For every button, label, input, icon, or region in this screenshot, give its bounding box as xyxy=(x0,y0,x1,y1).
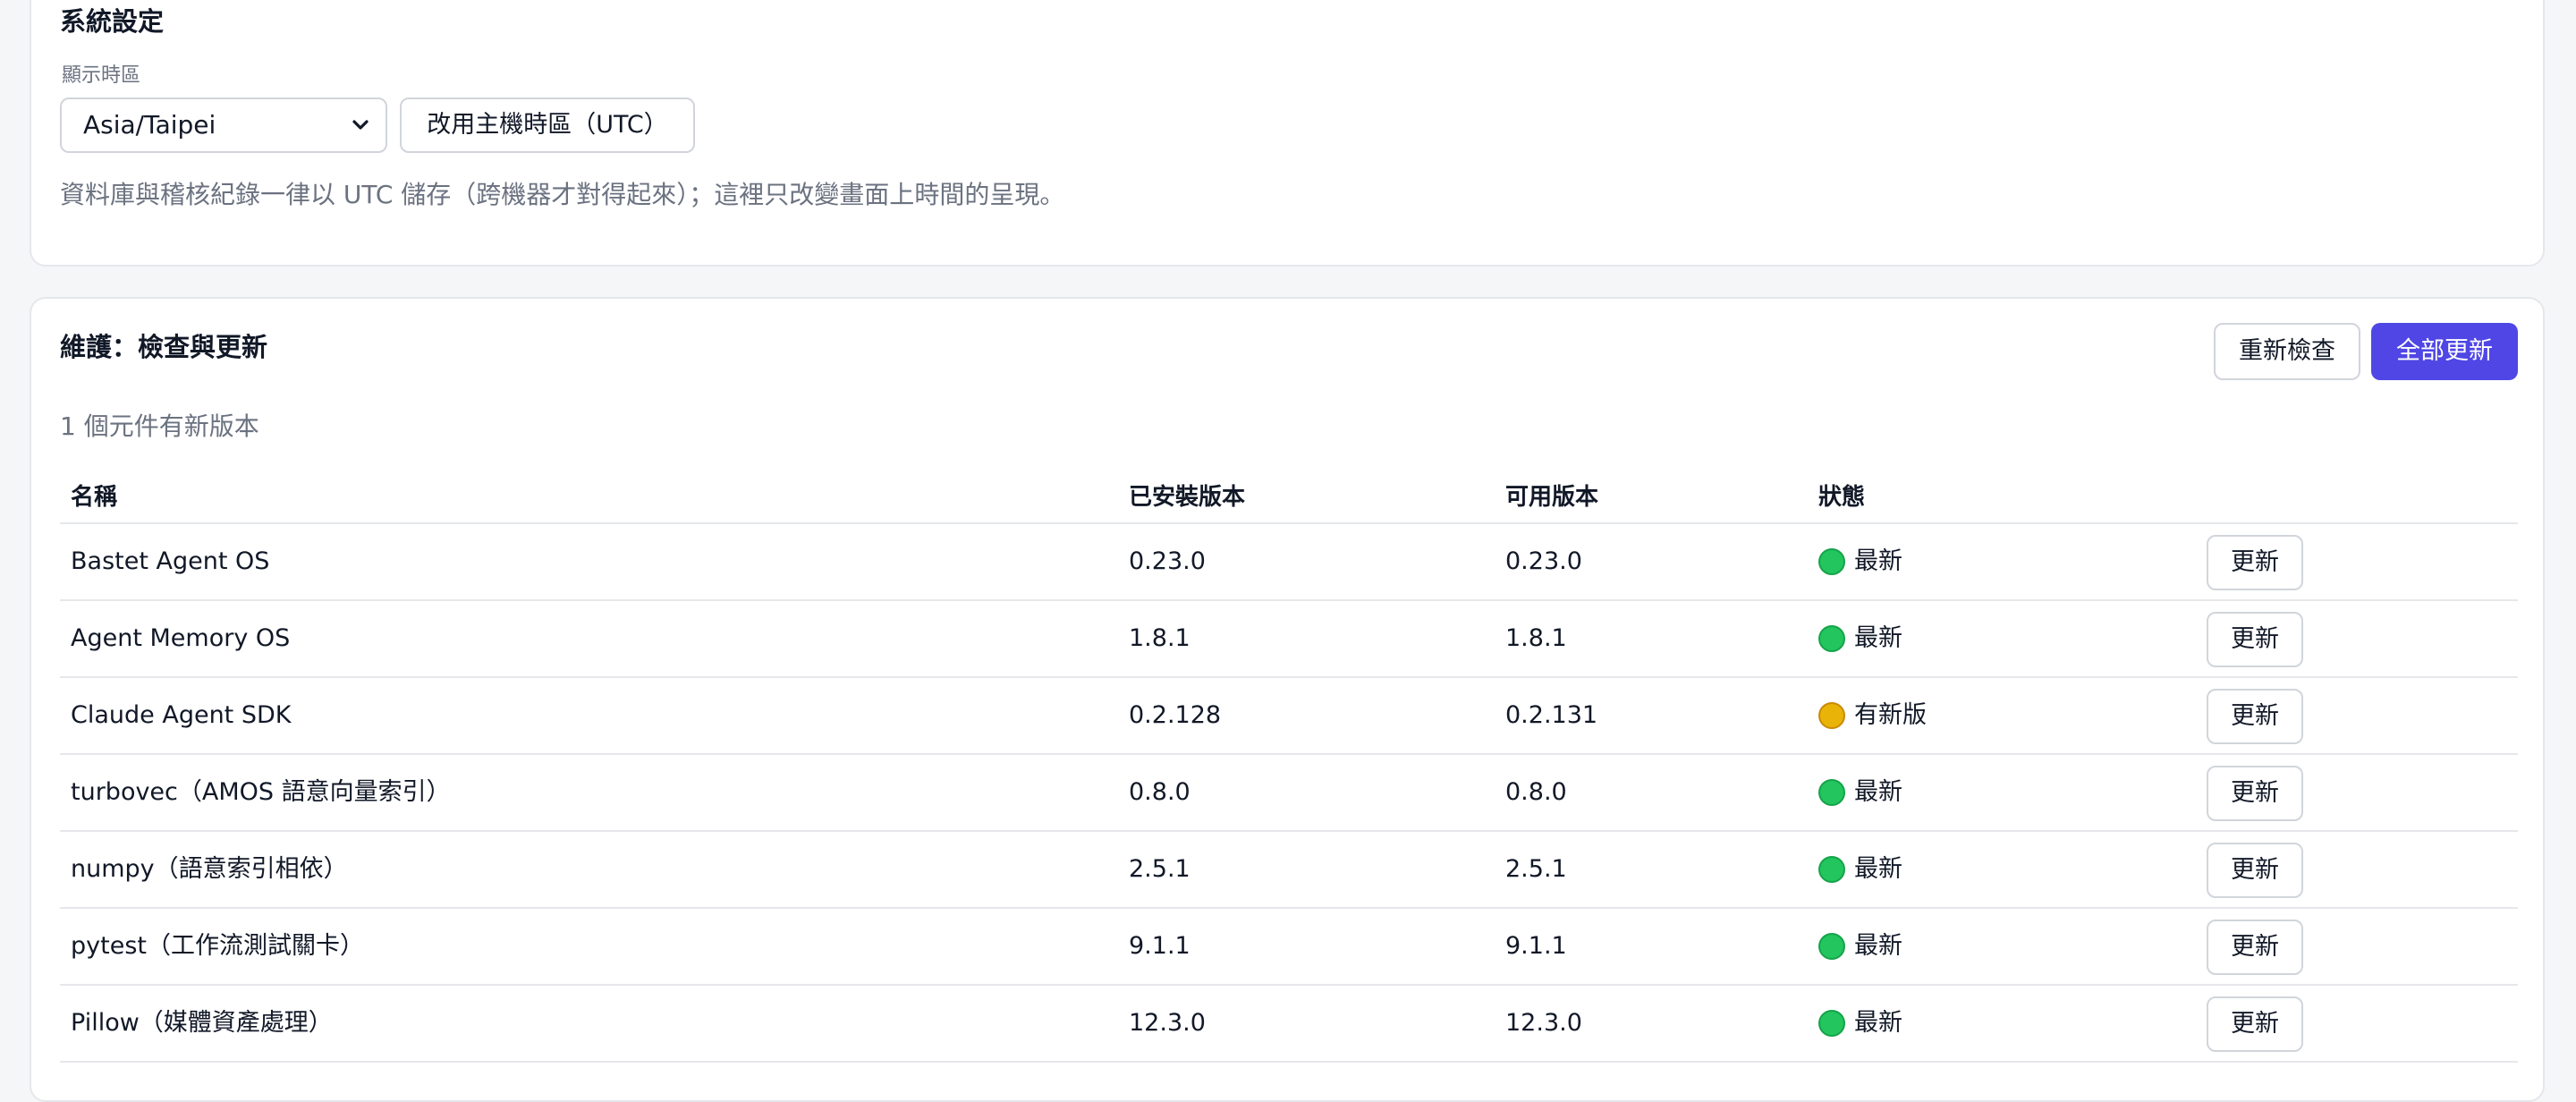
available-version: 0.2.131 xyxy=(1505,701,1598,729)
component-name: Pillow（媒體資產處理） xyxy=(71,1009,333,1037)
table-row: Bastet Agent OS 0.23.0 0.23.0 最新 更新 xyxy=(60,524,2518,601)
status-text: 最新 xyxy=(1854,778,1902,806)
component-name: Bastet Agent OS xyxy=(71,547,270,575)
update-button[interactable]: 更新 xyxy=(2207,920,2303,975)
component-name: Claude Agent SDK xyxy=(71,701,292,729)
status-badge: 最新 xyxy=(1818,755,1902,836)
components-table: 名稱 已安裝版本 可用版本 狀態 Bastet Agent OS 0.23.0 0.… xyxy=(60,472,2518,1063)
system-settings-card: 系統設定 顯示時區 Asia/Taipei 改用主機時區（UTC） 資料庫與稽核… xyxy=(30,0,2545,267)
column-header-name: 名稱 xyxy=(71,484,118,511)
component-name: turbovec（AMOS 語意向量索引） xyxy=(71,778,451,806)
available-version: 2.5.1 xyxy=(1505,855,1567,883)
table-row: Pillow（媒體資產處理） 12.3.0 12.3.0 最新 更新 xyxy=(60,986,2518,1063)
column-header-available: 可用版本 xyxy=(1505,484,1599,511)
available-version: 12.3.0 xyxy=(1505,1009,1582,1037)
status-dot-icon xyxy=(1818,1010,1845,1037)
status-badge: 最新 xyxy=(1818,986,1902,1067)
update-button[interactable]: 更新 xyxy=(2207,689,2303,744)
status-dot-icon xyxy=(1818,702,1845,729)
installed-version: 1.8.1 xyxy=(1129,624,1191,652)
update-button[interactable]: 更新 xyxy=(2207,612,2303,667)
column-header-status: 狀態 xyxy=(1818,484,1866,511)
status-text: 最新 xyxy=(1854,547,1902,575)
update-all-button[interactable]: 全部更新 xyxy=(2371,323,2518,380)
available-version: 0.8.0 xyxy=(1505,778,1567,806)
available-version: 0.23.0 xyxy=(1505,547,1582,575)
system-settings-title: 系統設定 xyxy=(60,6,165,37)
update-button[interactable]: 更新 xyxy=(2207,843,2303,898)
status-dot-icon xyxy=(1818,548,1845,575)
available-version: 9.1.1 xyxy=(1505,932,1567,960)
status-badge: 最新 xyxy=(1818,601,1902,682)
chevron-down-icon xyxy=(352,120,369,130)
update-button[interactable]: 更新 xyxy=(2207,996,2303,1052)
timezone-select[interactable]: Asia/Taipei xyxy=(60,97,387,153)
installed-version: 0.23.0 xyxy=(1129,547,1206,575)
status-text: 最新 xyxy=(1854,932,1902,960)
recheck-button[interactable]: 重新檢查 xyxy=(2214,323,2360,380)
update-button[interactable]: 更新 xyxy=(2207,766,2303,821)
status-dot-icon xyxy=(1818,933,1845,960)
table-row: pytest（工作流測試關卡） 9.1.1 9.1.1 最新 更新 xyxy=(60,909,2518,986)
table-body: Bastet Agent OS 0.23.0 0.23.0 最新 更新 Agent Mem… xyxy=(60,524,2518,1063)
status-dot-icon xyxy=(1818,856,1845,883)
maintenance-card: 維護：檢查與更新 重新檢查 全部更新 1 個元件有新版本 名稱 已安裝版本 可用… xyxy=(30,297,2545,1102)
installed-version: 0.8.0 xyxy=(1129,778,1191,806)
timezone-note: 資料庫與稽核紀錄一律以 UTC 儲存（跨機器才對得起來）；這裡只改變畫面上時間的… xyxy=(60,180,1065,209)
status-dot-icon xyxy=(1818,779,1845,806)
use-host-timezone-button[interactable]: 改用主機時區（UTC） xyxy=(400,97,695,153)
table-row: Agent Memory OS 1.8.1 1.8.1 最新 更新 xyxy=(60,601,2518,678)
update-button[interactable]: 更新 xyxy=(2207,535,2303,590)
available-version: 1.8.1 xyxy=(1505,624,1567,652)
status-badge: 有新版 xyxy=(1818,678,1927,759)
installed-version: 2.5.1 xyxy=(1129,855,1191,883)
status-badge: 最新 xyxy=(1818,909,1902,990)
component-name: Agent Memory OS xyxy=(71,624,291,652)
timezone-label: 顯示時區 xyxy=(62,64,141,87)
column-header-installed: 已安裝版本 xyxy=(1129,484,1246,511)
table-row: turbovec（AMOS 語意向量索引） 0.8.0 0.8.0 最新 更新 xyxy=(60,755,2518,832)
component-name: numpy（語意索引相依） xyxy=(71,855,348,883)
table-header: 名稱 已安裝版本 可用版本 狀態 xyxy=(60,472,2518,524)
table-row: numpy（語意索引相依） 2.5.1 2.5.1 最新 更新 xyxy=(60,832,2518,909)
status-badge: 最新 xyxy=(1818,524,1902,606)
status-text: 有新版 xyxy=(1854,701,1927,729)
timezone-select-value: Asia/Taipei xyxy=(83,110,216,140)
status-text: 最新 xyxy=(1854,1009,1902,1037)
update-summary: 1 個元件有新版本 xyxy=(60,411,259,441)
status-text: 最新 xyxy=(1854,855,1902,883)
maintenance-title: 維護：檢查與更新 xyxy=(60,332,268,362)
status-badge: 最新 xyxy=(1818,832,1902,913)
status-text: 最新 xyxy=(1854,624,1902,652)
installed-version: 12.3.0 xyxy=(1129,1009,1206,1037)
installed-version: 9.1.1 xyxy=(1129,932,1191,960)
installed-version: 0.2.128 xyxy=(1129,701,1222,729)
component-name: pytest（工作流測試關卡） xyxy=(71,932,364,960)
status-dot-icon xyxy=(1818,625,1845,652)
table-row: Claude Agent SDK 0.2.128 0.2.131 有新版 更新 xyxy=(60,678,2518,755)
